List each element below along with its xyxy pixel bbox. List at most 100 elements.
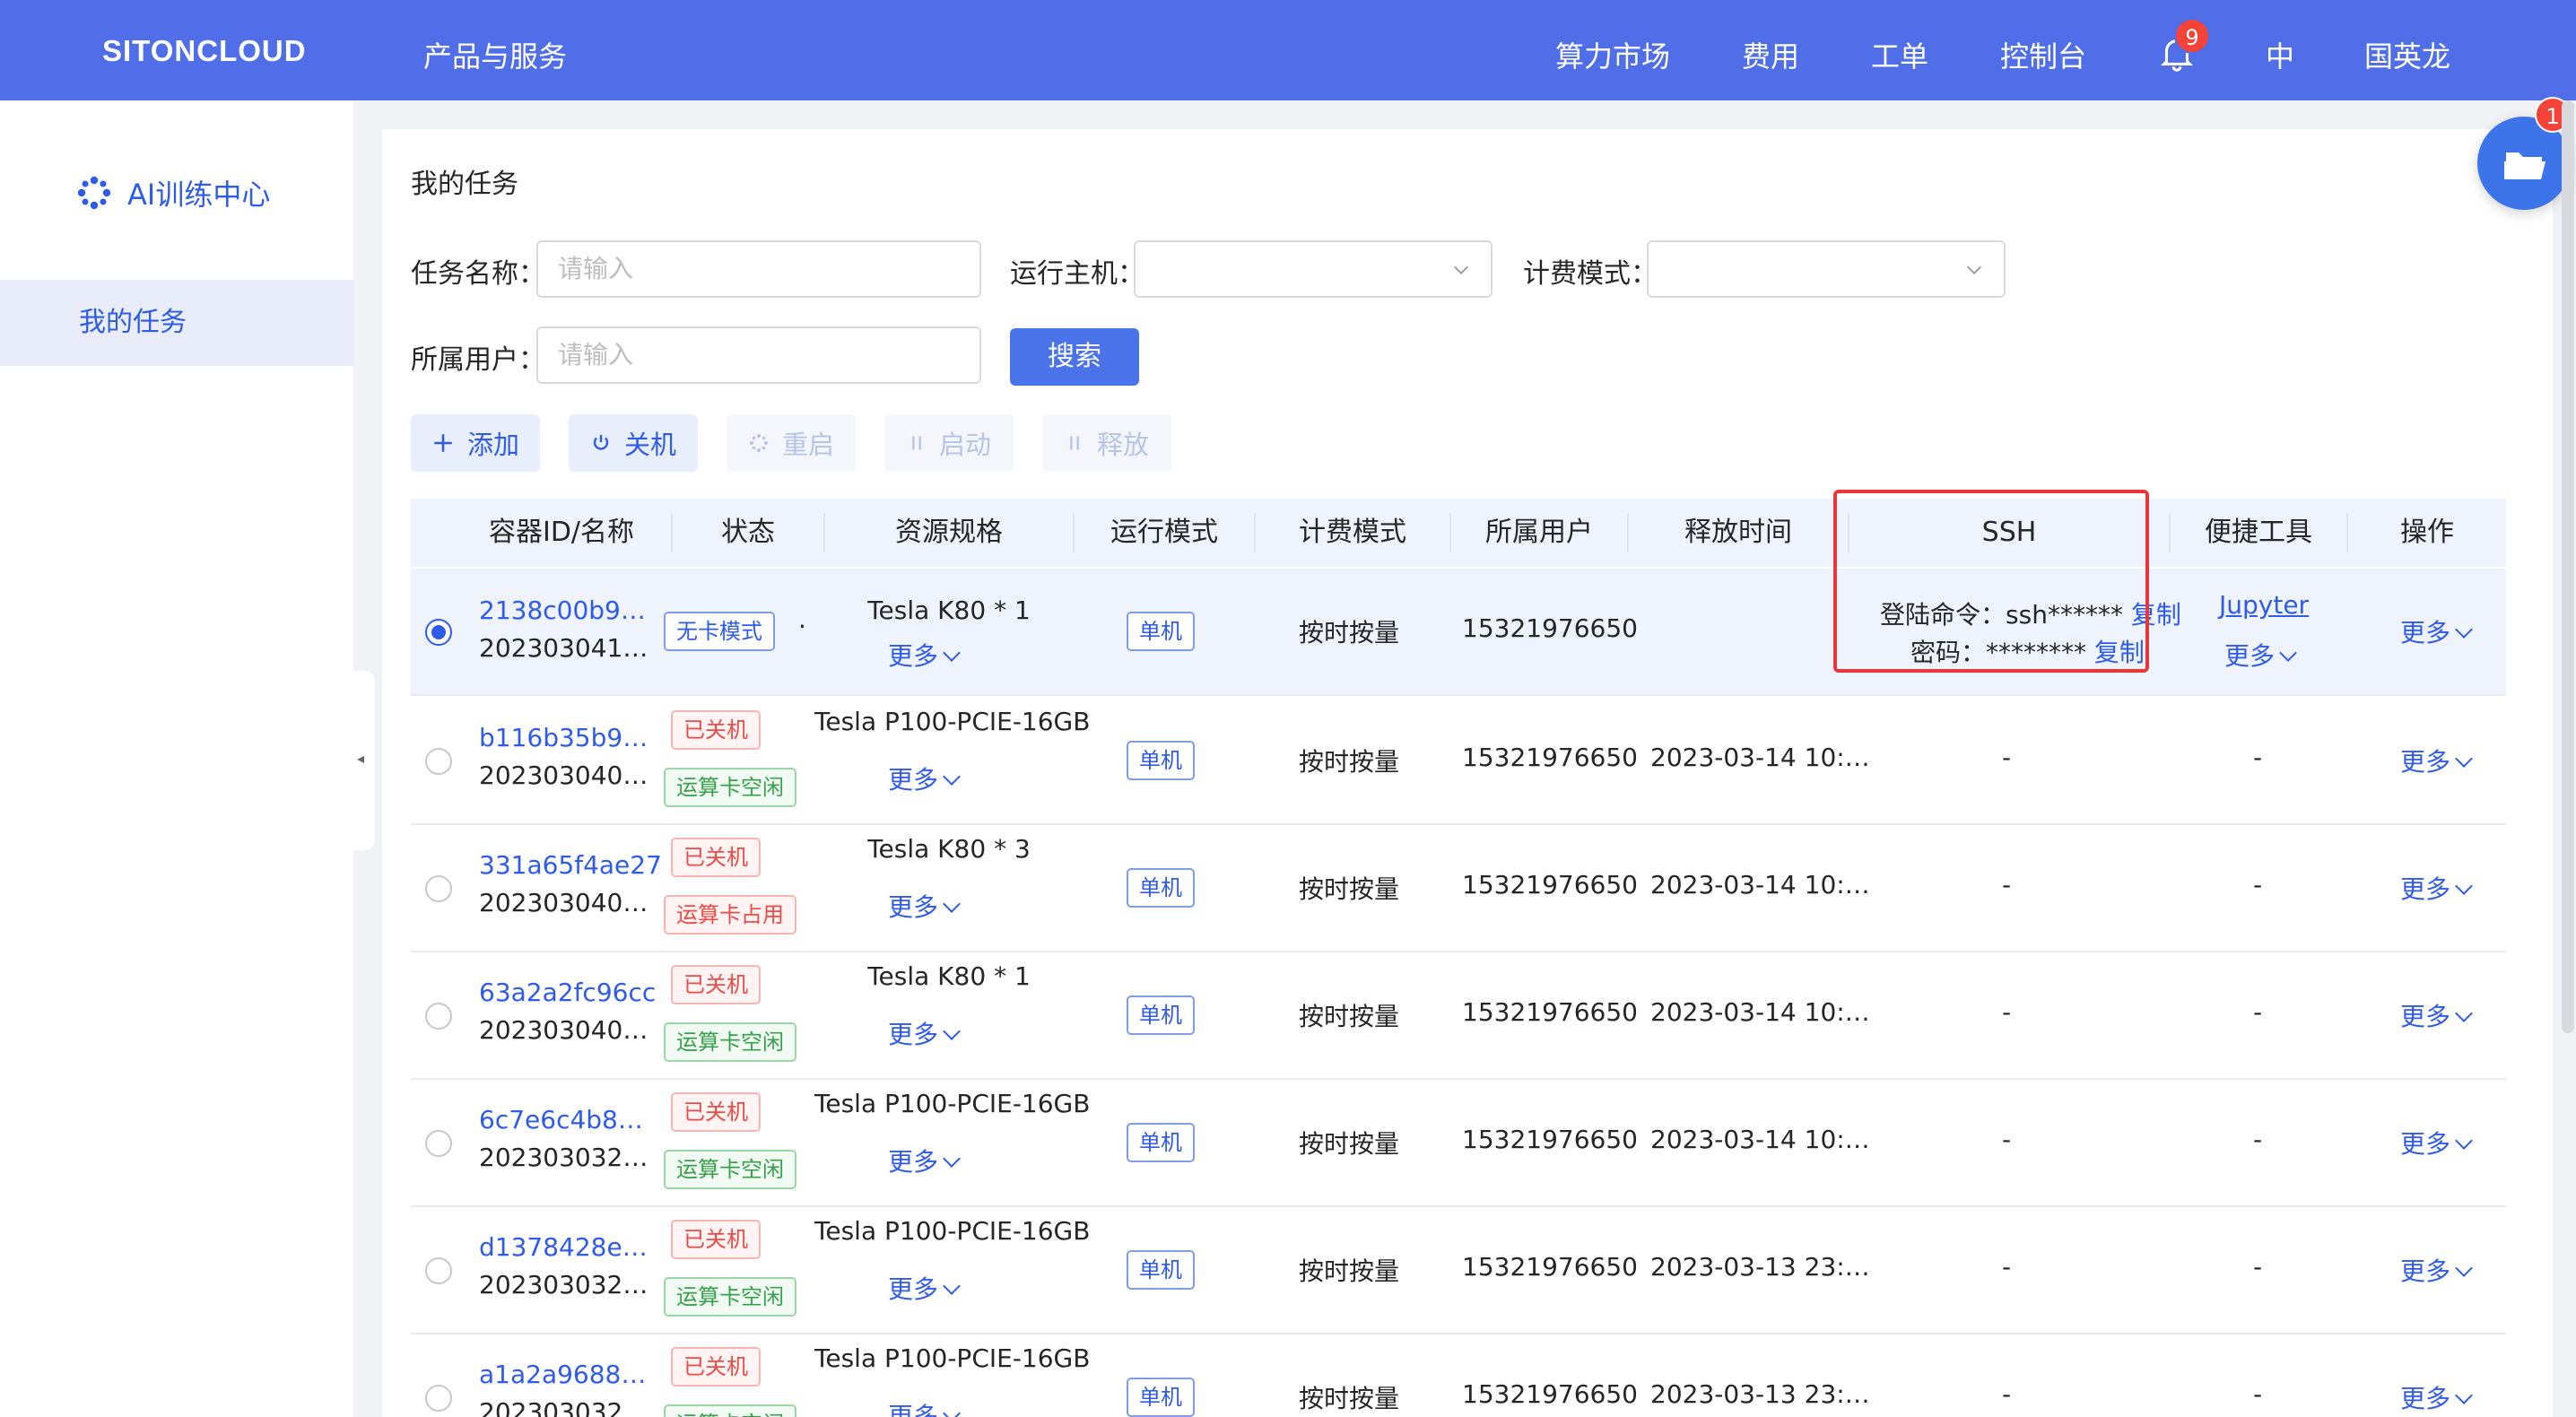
spec-more-link[interactable]: 更多 [888, 1270, 961, 1306]
row-select-radio[interactable] [425, 1385, 452, 1412]
table-row[interactable]: 2138c00b9… 202303041… 无卡模式 · Tesla K80 *… [411, 569, 2506, 696]
table-row[interactable]: d1378428e… 202303032… 已关机 运算卡空闲 Tesla P1… [411, 1207, 2506, 1334]
spec-more-link[interactable]: 更多 [888, 761, 961, 796]
more-label: 更多 [888, 892, 939, 922]
chevron-down-icon [2279, 644, 2297, 662]
plus-icon [434, 434, 452, 452]
container-id-link[interactable]: 2138c00b9… [479, 595, 646, 625]
actions-more-link[interactable]: 更多 [2400, 1379, 2473, 1415]
menu-compute-market[interactable]: 算力市场 [1555, 34, 1670, 75]
menu-console[interactable]: 控制台 [2000, 34, 2086, 75]
more-label: 更多 [2400, 618, 2451, 648]
resource-spec: Tesla K80 * 1 [867, 595, 1031, 625]
run-mode-badge: 单机 [1127, 868, 1195, 908]
spec-more-link[interactable]: 更多 [888, 637, 961, 673]
resource-spec: Tesla P100-PCIE-16GB [814, 1343, 1091, 1373]
add-button[interactable]: 添加 [411, 414, 540, 472]
container-id-link[interactable]: 63a2a2fc96cc [479, 978, 656, 1007]
ssh-empty: - [2002, 1252, 2012, 1282]
language-switch[interactable]: 中 [2266, 34, 2294, 75]
restart-button[interactable]: 重启 [727, 414, 856, 472]
spec-more-link[interactable]: 更多 [888, 1143, 961, 1178]
jupyter-link[interactable]: Jupyter [2219, 590, 2309, 620]
row-select-radio[interactable] [425, 875, 452, 902]
search-button[interactable]: 搜索 [1010, 328, 1139, 386]
chevron-down-icon [2455, 750, 2473, 768]
more-label: 更多 [2400, 874, 2451, 904]
menu-billing[interactable]: 费用 [1742, 34, 1799, 75]
page-scrollbar[interactable] [2562, 100, 2574, 1033]
more-label: 更多 [888, 1147, 939, 1177]
start-button[interactable]: 启动 [884, 414, 1014, 472]
run-mode-badge: 单机 [1127, 1250, 1195, 1290]
container-id-link[interactable]: d1378428e… [479, 1232, 648, 1262]
container-id-link[interactable]: 331a65f4ae27 [479, 850, 662, 880]
release-button[interactable]: 释放 [1042, 414, 1171, 472]
row-select-radio[interactable] [425, 1130, 452, 1157]
actions-more-link[interactable]: 更多 [2400, 743, 2473, 778]
start-button-label: 启动 [938, 430, 991, 460]
column-header-status: 状态 [721, 517, 775, 548]
owner-user: 15321976650 [1462, 1252, 1638, 1282]
more-label: 更多 [2400, 747, 2451, 777]
actions-more-link[interactable]: 更多 [2400, 613, 2473, 649]
status-badge: 运算卡空闲 [664, 1277, 796, 1317]
chevron-down-icon [943, 768, 961, 786]
actions-more-link[interactable]: 更多 [2400, 997, 2473, 1033]
table-row[interactable]: 6c7e6c4b8… 202303032… 已关机 运算卡空闲 Tesla P1… [411, 1080, 2506, 1207]
task-name-input[interactable]: 请输入 [536, 240, 981, 298]
chevron-down-icon [1967, 265, 1981, 274]
ssh-empty: - [2002, 1125, 2012, 1154]
container-id-link[interactable]: b116b35b9… [479, 723, 648, 752]
actions-more-link[interactable]: 更多 [2400, 1252, 2473, 1288]
more-label: 更多 [2400, 1002, 2451, 1031]
owner-user-input[interactable]: 请输入 [536, 326, 981, 384]
status-badge: 已关机 [671, 1347, 761, 1387]
row-select-radio[interactable] [425, 619, 452, 646]
spec-more-link[interactable]: 更多 [888, 1015, 961, 1051]
table-row[interactable]: 331a65f4ae27 202303040… 已关机 运算卡占用 Tesla … [411, 825, 2506, 952]
container-name: 202303040… [479, 761, 648, 790]
status-badge: 无卡模式 [664, 612, 775, 651]
brand-logo[interactable]: SITONCLOUD [102, 34, 307, 68]
container-name: 202303032… [479, 1143, 648, 1172]
row-select-radio[interactable] [425, 748, 452, 775]
table-row[interactable]: b116b35b9… 202303040… 已关机 运算卡空闲 Tesla P1… [411, 698, 2506, 825]
sidebar-collapse-toggle[interactable]: ◂ [353, 671, 375, 850]
column-header-release-time: 释放时间 [1684, 517, 1792, 548]
pause-icon [1070, 436, 1079, 450]
table-row[interactable]: a1a2a9688… 202303032… 已关机 运算卡空闲 Tesla P1… [411, 1334, 2506, 1417]
row-select-radio[interactable] [425, 1003, 452, 1030]
tools-more-link[interactable]: 更多 [2224, 637, 2297, 673]
resource-spec: Tesla P100-PCIE-16GB [814, 1089, 1091, 1118]
container-id-link[interactable]: a1a2a9688… [479, 1360, 646, 1389]
row-select-radio[interactable] [425, 1257, 452, 1284]
menu-tickets[interactable]: 工单 [1871, 34, 1928, 75]
caret-left-icon: ◂ [357, 750, 365, 767]
more-label: 更多 [2400, 1129, 2451, 1159]
billing-mode-label: 计费模式： [1523, 258, 1658, 290]
run-mode-badge: 单机 [1127, 612, 1195, 651]
power-icon [593, 435, 609, 450]
actions-more-link[interactable]: 更多 [2400, 1125, 2473, 1161]
status-badge: 已关机 [671, 838, 761, 877]
billing-mode: 按时按量 [1299, 1384, 1400, 1413]
container-id-link[interactable]: 6c7e6c4b8… [479, 1105, 643, 1134]
sidebar-item-my-tasks[interactable]: 我的任务 [0, 280, 353, 366]
host-select[interactable] [1134, 240, 1493, 298]
table-row[interactable]: 63a2a2fc96cc 202303040… 已关机 运算卡空闲 Tesla … [411, 952, 2506, 1080]
host-label: 运行主机： [1010, 258, 1144, 290]
restart-icon [749, 434, 768, 452]
user-menu[interactable]: 国英龙 [2364, 34, 2450, 75]
actions-more-link[interactable]: 更多 [2400, 870, 2473, 906]
pause-icon [912, 436, 921, 450]
shutdown-button[interactable]: 关机 [569, 414, 698, 472]
spec-more-link[interactable]: 更多 [888, 1397, 961, 1417]
billing-mode-select[interactable] [1647, 240, 2006, 298]
release-time: 2023-03-13 23:… [1650, 1379, 1870, 1409]
sidebar: AI训练中心 我的任务 [0, 100, 353, 1417]
products-menu[interactable]: 产品与服务 [423, 34, 567, 75]
spec-more-link[interactable]: 更多 [888, 888, 961, 924]
column-header-tools: 便捷工具 [2205, 517, 2312, 548]
sidebar-title: AI训练中心 [75, 172, 270, 213]
